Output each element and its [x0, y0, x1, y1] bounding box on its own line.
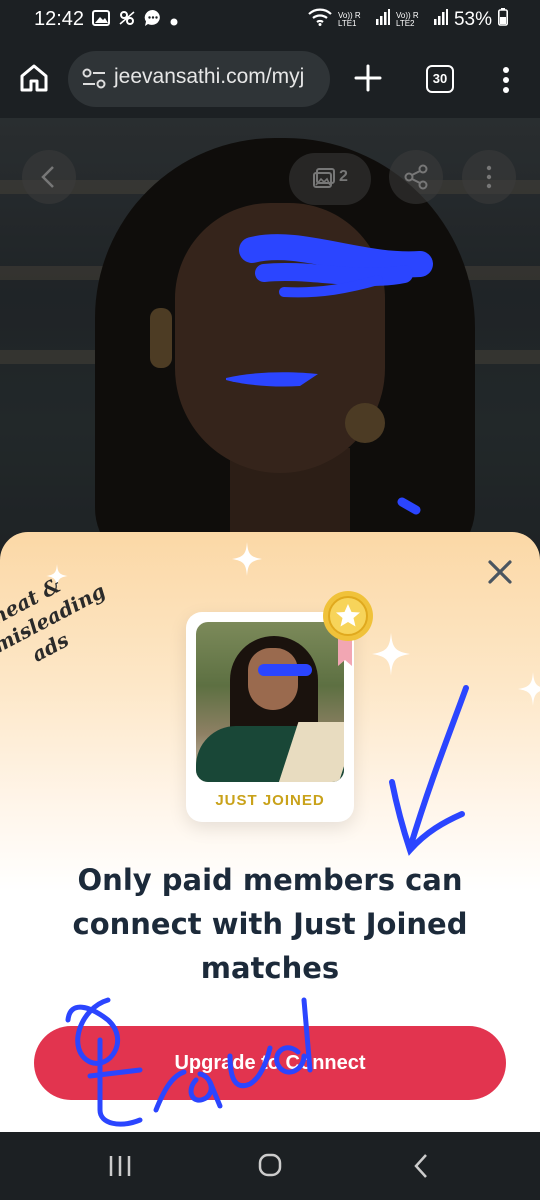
- battery-level: 53%: [453, 9, 492, 30]
- chevron-left-icon: [41, 166, 54, 188]
- sparkle-icon: [518, 672, 540, 706]
- status-time: 12:42: [34, 8, 85, 30]
- wifi-icon: [308, 8, 332, 32]
- browser-toolbar: jeevansathi.com/myj 30: [0, 40, 540, 118]
- share-icon: [404, 164, 428, 190]
- more-vertical-icon: [486, 165, 492, 189]
- tab-switcher-button[interactable]: 30: [426, 65, 454, 93]
- paywall-headline: Only paid members can connect with Just …: [72, 863, 468, 985]
- sim1-label: Vo)) R LTE1: [337, 11, 361, 28]
- home-circle-icon: [258, 1153, 282, 1177]
- url-text[interactable]: jeevansathi.com/myj: [114, 65, 304, 89]
- message-icon: [144, 9, 162, 31]
- battery-icon: [498, 8, 508, 32]
- profile-photo: 2: [0, 118, 540, 558]
- just-joined-badge: JUST JOINED: [215, 792, 325, 809]
- home-icon: [20, 64, 48, 92]
- home-nav-button[interactable]: [250, 1150, 290, 1182]
- photo-count-button[interactable]: 2: [289, 153, 371, 205]
- browser-menu-button[interactable]: [494, 64, 518, 96]
- signal-icon: [433, 9, 448, 31]
- recent-apps-button[interactable]: [100, 1150, 140, 1182]
- back-nav-button[interactable]: [402, 1150, 442, 1182]
- close-icon: [488, 560, 512, 584]
- home-button[interactable]: [18, 62, 50, 94]
- gallery-icon: [92, 10, 110, 30]
- back-arrow-icon: [414, 1154, 427, 1178]
- sim2-label: Vo)) R LTE2: [395, 11, 419, 28]
- upgrade-bottom-sheet: cheat & misleading ads JUST JOINED Only …: [0, 532, 540, 1132]
- address-bar[interactable]: jeevansathi.com/myj: [68, 51, 330, 107]
- site-settings-icon[interactable]: [82, 68, 106, 90]
- status-bar: 12:42 Vo)) R LTE1 Vo)) R LTE2 53%: [0, 0, 540, 40]
- sparkle-icon: [232, 542, 262, 576]
- more-vertical-icon: [503, 67, 509, 93]
- notification-icons: [92, 9, 178, 31]
- recents-icon: [109, 1156, 131, 1176]
- plus-icon: [354, 64, 382, 92]
- blue-arrow-scribble: [389, 685, 469, 856]
- link-icon: [118, 10, 136, 30]
- system-navigation-bar: [0, 1132, 540, 1200]
- photos-icon: [313, 168, 335, 188]
- back-button[interactable]: [22, 150, 76, 204]
- close-button[interactable]: [482, 554, 518, 590]
- photo-count: 2: [339, 168, 348, 185]
- star-medal-icon: [323, 591, 373, 666]
- more-options-button[interactable]: [462, 150, 516, 204]
- share-button[interactable]: [389, 150, 443, 204]
- dot-icon: [170, 11, 178, 30]
- new-tab-button[interactable]: [352, 62, 384, 94]
- signal-icon: [375, 9, 390, 31]
- upgrade-to-connect-button[interactable]: Upgrade to Connect: [34, 1026, 506, 1100]
